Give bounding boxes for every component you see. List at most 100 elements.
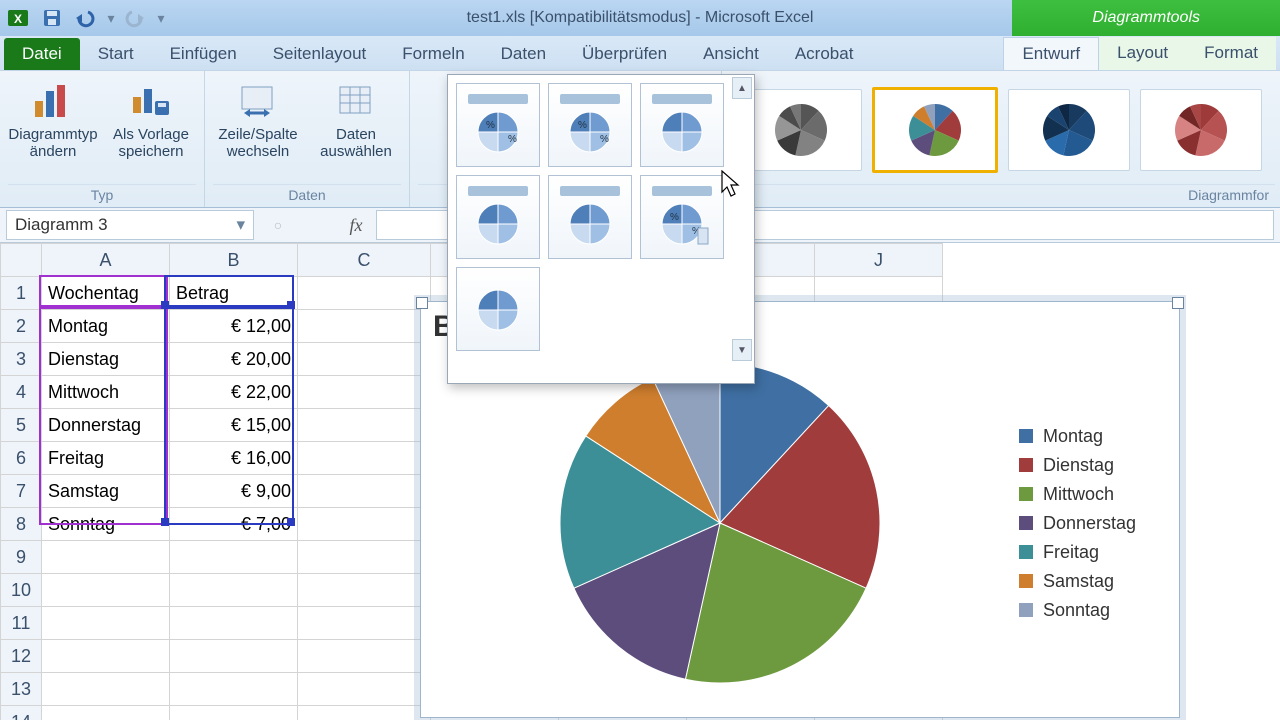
cell[interactable]: Freitag [42,442,170,475]
chart-style-1[interactable] [740,89,862,171]
cell[interactable] [298,442,431,475]
cell[interactable] [42,574,170,607]
name-box-dropdown-icon[interactable]: ▾ [236,215,245,235]
cell[interactable] [170,541,298,574]
select-all-corner[interactable] [1,244,42,277]
tab-home[interactable]: Start [80,38,152,70]
cell[interactable] [170,607,298,640]
save-as-template-button[interactable]: Als Vorlage speichern [106,75,196,160]
row-header[interactable]: 5 [1,409,42,442]
cell[interactable]: € 22,00 [170,376,298,409]
cell[interactable] [42,673,170,706]
chart-layout-option-1[interactable]: %% [456,83,540,167]
excel-app-icon[interactable]: X [4,4,32,32]
undo-button[interactable] [72,4,100,32]
col-header-A[interactable]: A [42,244,170,277]
row-header[interactable]: 4 [1,376,42,409]
cell[interactable] [170,640,298,673]
save-button[interactable] [38,4,66,32]
row-header[interactable]: 11 [1,607,42,640]
col-header-J[interactable]: J [815,244,943,277]
row-header[interactable]: 3 [1,343,42,376]
legend-item[interactable]: Samstag [1019,571,1179,592]
legend-item[interactable]: Mittwoch [1019,484,1179,505]
tab-acrobat[interactable]: Acrobat [777,38,872,70]
cell[interactable]: Sonntag [42,508,170,541]
cell[interactable] [298,310,431,343]
tab-page-layout[interactable]: Seitenlayout [255,38,385,70]
tab-file[interactable]: Datei [4,38,80,70]
chart-layout-option-7[interactable] [456,267,540,351]
cell[interactable]: € 20,00 [170,343,298,376]
chart-style-2[interactable] [872,87,998,173]
cell[interactable] [298,574,431,607]
chart-legend[interactable]: MontagDienstagMittwochDonnerstagFreitagS… [1019,418,1179,629]
cell[interactable]: Wochentag [42,277,170,310]
row-header[interactable]: 9 [1,541,42,574]
selection-handle[interactable] [287,301,295,309]
tab-chart-layout[interactable]: Layout [1099,37,1186,70]
row-header[interactable]: 14 [1,706,42,720]
chart-layout-option-5[interactable] [548,175,632,259]
chart-layout-option-3[interactable] [640,83,724,167]
cell[interactable]: Mittwoch [42,376,170,409]
cell[interactable]: Betrag [170,277,298,310]
gallery-scroll-up-icon[interactable]: ▲ [732,77,752,99]
row-header[interactable]: 7 [1,475,42,508]
cell[interactable] [42,607,170,640]
cell[interactable] [170,706,298,720]
name-box[interactable]: Diagramm 3 ▾ [6,210,254,240]
cell[interactable] [298,673,431,706]
chart-layout-option-6[interactable]: %% [640,175,724,259]
cell[interactable] [298,541,431,574]
row-header[interactable]: 13 [1,673,42,706]
tab-insert[interactable]: Einfügen [152,38,255,70]
cell[interactable] [170,673,298,706]
tab-data[interactable]: Daten [483,38,564,70]
cell[interactable] [298,475,431,508]
selection-handle[interactable] [161,518,169,526]
row-header[interactable]: 1 [1,277,42,310]
chart-layout-option-4[interactable] [456,175,540,259]
col-header-C[interactable]: C [298,244,431,277]
qat-customize-icon[interactable]: ▾ [156,4,166,32]
row-header[interactable]: 6 [1,442,42,475]
pie-chart[interactable] [540,353,900,693]
gallery-scroll-down-icon[interactable]: ▼ [732,339,752,361]
row-header[interactable]: 12 [1,640,42,673]
redo-button[interactable] [122,4,150,32]
cell[interactable] [298,640,431,673]
qat-dropdown-icon[interactable]: ▾ [106,4,116,32]
cell[interactable] [298,376,431,409]
col-header-B[interactable]: B [170,244,298,277]
chart-layouts-dropdown[interactable]: ▲ ▼ %%%%%% [447,74,755,384]
cell[interactable] [298,343,431,376]
selection-handle[interactable] [287,518,295,526]
chart-style-4[interactable] [1140,89,1262,171]
cell[interactable] [170,574,298,607]
tab-view[interactable]: Ansicht [685,38,777,70]
select-data-button[interactable]: Daten auswählen [311,75,401,160]
cell[interactable]: Montag [42,310,170,343]
chart-resize-handle[interactable] [416,297,428,309]
cell[interactable] [42,640,170,673]
cell[interactable] [42,541,170,574]
cell[interactable]: € 15,00 [170,409,298,442]
chart-plot-area[interactable]: MontagDienstagMittwochDonnerstagFreitagS… [421,348,1179,698]
cell[interactable]: € 16,00 [170,442,298,475]
chart-resize-handle[interactable] [1172,297,1184,309]
cell[interactable] [298,508,431,541]
change-chart-type-button[interactable]: Diagrammtyp ändern [8,75,98,160]
switch-row-column-button[interactable]: Zeile/Spalte wechseln [213,75,303,160]
cell[interactable]: Samstag [42,475,170,508]
legend-item[interactable]: Donnerstag [1019,513,1179,534]
cell[interactable]: Dienstag [42,343,170,376]
cell[interactable] [298,277,431,310]
chart-layout-option-2[interactable]: %% [548,83,632,167]
row-header[interactable]: 10 [1,574,42,607]
tab-formulas[interactable]: Formeln [384,38,482,70]
cell[interactable]: Donnerstag [42,409,170,442]
cell[interactable]: € 7,00 [170,508,298,541]
cell[interactable]: € 12,00 [170,310,298,343]
tab-review[interactable]: Überprüfen [564,38,685,70]
